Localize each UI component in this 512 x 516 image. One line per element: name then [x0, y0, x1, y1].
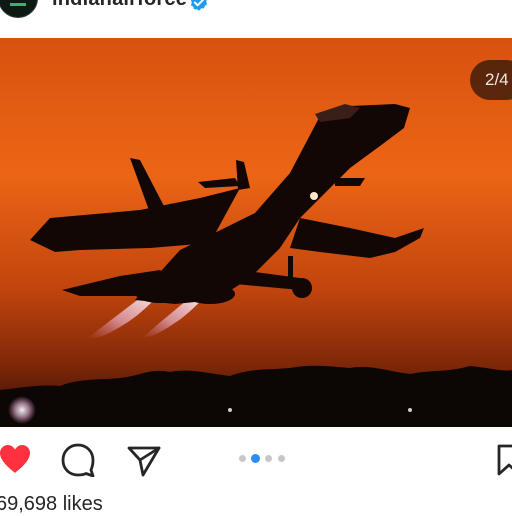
username[interactable]: indianairforce: [52, 0, 187, 11]
comment-icon[interactable]: [60, 443, 96, 477]
ground-light: [228, 408, 232, 412]
fighter-jet-photo: [0, 38, 512, 427]
bookmark-icon[interactable]: [496, 443, 512, 477]
carousel-counter: 2/4: [470, 60, 512, 100]
share-icon[interactable]: [127, 445, 161, 477]
logo-mark: [10, 3, 26, 6]
runway-light: [8, 396, 36, 424]
action-bar: [0, 427, 512, 495]
carousel-dot: [265, 455, 272, 462]
carousel-dot-active: [251, 454, 260, 463]
heart-icon[interactable]: [0, 443, 32, 475]
carousel-dot: [278, 455, 285, 462]
post-image[interactable]: 2/4: [0, 38, 512, 427]
ground-light: [408, 408, 412, 412]
landing-light: [310, 192, 318, 200]
verified-badge-icon: [190, 0, 208, 11]
post-header: indianairforce: [0, 0, 512, 38]
carousel-dot: [239, 455, 246, 462]
avatar[interactable]: [0, 0, 38, 18]
likes-count[interactable]: 69,698 likes: [0, 493, 103, 516]
